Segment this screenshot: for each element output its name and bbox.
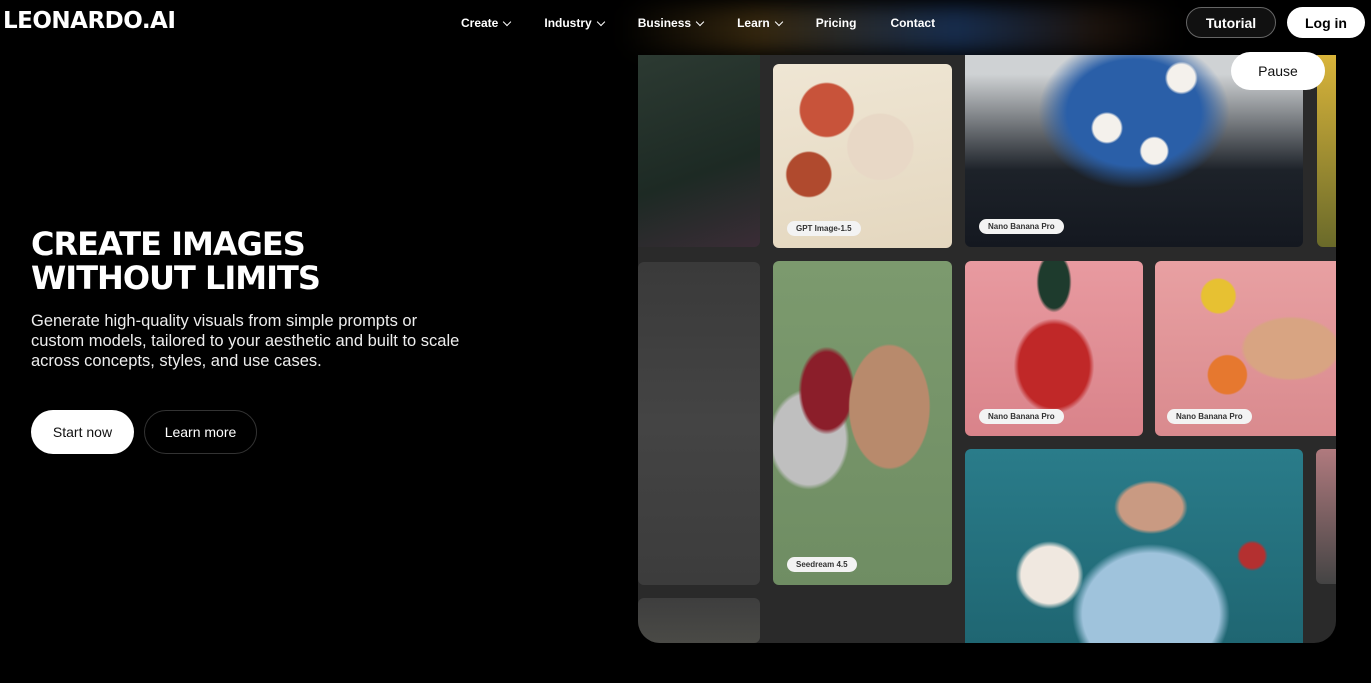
chevron-down-icon — [503, 17, 512, 26]
model-tag: GPT Image-1.5 — [787, 221, 861, 236]
pause-button[interactable]: Pause — [1231, 52, 1325, 90]
gallery-tile-bouquet-figure[interactable]: Nano Banana Pro — [965, 261, 1143, 436]
hero-title-line2: WITHOUT LIMITS — [31, 259, 321, 297]
model-tag: Seedream 4.5 — [787, 557, 857, 572]
start-now-button[interactable]: Start now — [31, 410, 134, 454]
gallery-tile-blue-shirt-portrait[interactable] — [965, 449, 1303, 643]
nav-create-label: Create — [461, 16, 499, 30]
model-tag: Nano Banana Pro — [1167, 409, 1252, 424]
model-tag: Nano Banana Pro — [979, 409, 1064, 424]
nav-contact-label: Contact — [890, 16, 936, 30]
nav-industry[interactable]: Industry — [544, 16, 605, 30]
chevron-down-icon — [695, 17, 705, 26]
nav-learn-label: Learn — [737, 16, 770, 30]
gallery-tile-faded-top — [638, 55, 760, 247]
nav-pricing-label: Pricing — [815, 16, 857, 30]
hero-subtitle: Generate high-quality visuals from simpl… — [31, 312, 460, 370]
chevron-down-icon — [596, 17, 605, 26]
chevron-down-icon — [774, 17, 783, 26]
nav-business[interactable]: Business — [637, 16, 705, 30]
gallery-tile-poppies-portrait[interactable]: Nano Banana Pro — [1155, 261, 1336, 436]
hero-title: CREATE IMAGES WITHOUT LIMITS — [31, 227, 431, 295]
hero-title-line1: CREATE IMAGES — [31, 225, 306, 263]
gallery-tile-floral-sketch[interactable]: GPT Image-1.5 — [773, 64, 952, 248]
logo[interactable]: LEONARDO.AI — [3, 8, 176, 34]
nav-learn[interactable]: Learn — [737, 16, 783, 30]
image-gallery: GPT Image-1.5 Nano Banana Pro Seedream 4… — [638, 55, 1336, 643]
nav-create[interactable]: Create — [461, 16, 512, 30]
nav-pricing[interactable]: Pricing — [816, 16, 857, 30]
main-nav: Create Industry Business Learn Pricing C… — [461, 16, 969, 30]
nav-business-label: Business — [637, 16, 692, 30]
gallery-tile-faded-middle — [638, 262, 760, 585]
nav-industry-label: Industry — [544, 16, 592, 30]
login-button[interactable]: Log in — [1287, 7, 1365, 38]
nav-contact[interactable]: Contact — [890, 16, 935, 30]
gallery-tile-faded-bottom — [638, 598, 760, 643]
gallery-tile-braided-portrait[interactable]: Seedream 4.5 — [773, 261, 952, 585]
tutorial-button[interactable]: Tutorial — [1186, 7, 1276, 38]
learn-more-button[interactable]: Learn more — [144, 410, 257, 454]
gallery-tile-sliver-right — [1316, 449, 1336, 584]
model-tag: Nano Banana Pro — [979, 219, 1064, 234]
